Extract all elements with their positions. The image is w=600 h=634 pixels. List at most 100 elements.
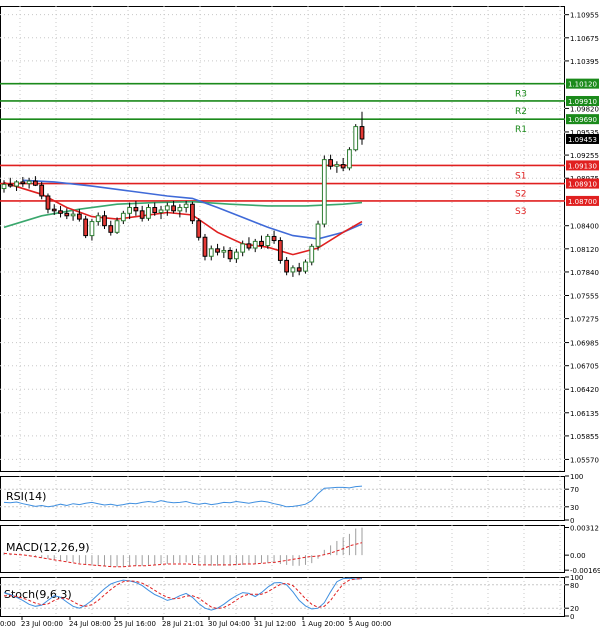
y-tick-label: 1.09255 xyxy=(570,152,599,160)
candle-bearish xyxy=(33,180,38,186)
x-tick-label: 0:00 xyxy=(0,620,16,628)
candle-bullish xyxy=(303,261,308,272)
candle-bearish xyxy=(7,183,13,187)
candle-bearish xyxy=(20,181,26,185)
candle-bullish xyxy=(315,223,321,247)
level-label-r1: R1 xyxy=(515,125,527,135)
candle-bearish xyxy=(76,213,82,220)
y-tick-label: 1.10675 xyxy=(570,35,599,43)
candle-bullish xyxy=(309,245,315,263)
level-label-r2: R2 xyxy=(515,107,527,117)
candle-bullish xyxy=(252,240,258,249)
candle-bearish xyxy=(152,207,158,213)
y-tick-label: 1.07840 xyxy=(570,269,599,277)
y-tick-label: 1.07275 xyxy=(570,316,599,324)
candle-bearish xyxy=(271,235,277,242)
level-label-s2: S2 xyxy=(515,190,526,200)
candle-bearish xyxy=(328,159,333,167)
stoch-tick-label: 80 xyxy=(570,582,579,590)
candle-bullish xyxy=(265,235,271,247)
y-tick-label: 1.06420 xyxy=(570,386,599,394)
candle-bearish xyxy=(215,248,220,253)
candle-bullish xyxy=(164,205,170,211)
candle-bearish xyxy=(296,267,302,272)
candle-bearish xyxy=(202,236,208,257)
candle-bearish xyxy=(277,240,283,261)
candle-bullish xyxy=(127,207,132,214)
level-price-label: 1.10120 xyxy=(568,81,597,89)
candle-bullish xyxy=(177,207,183,212)
candle-bearish xyxy=(227,249,233,260)
y-tick-label: 1.10395 xyxy=(570,58,599,66)
candle-bullish xyxy=(114,220,120,233)
candle-bearish xyxy=(190,203,195,222)
macd-tick-label: 0.00312 xyxy=(570,524,599,532)
rsi-tick-label: 30 xyxy=(570,504,579,512)
x-tick-label: 1 Aug 20:00 xyxy=(302,620,345,628)
candle-bearish xyxy=(139,210,145,219)
candle-bearish xyxy=(45,195,51,210)
level-price-label: 1.09130 xyxy=(568,162,597,170)
candle-bearish xyxy=(284,259,290,273)
x-tick-label: 28 Jul 21:01 xyxy=(162,620,204,628)
stoch-tick-label: 100 xyxy=(570,574,583,582)
y-tick-label: 1.07555 xyxy=(570,292,599,300)
candle-bullish xyxy=(70,213,76,217)
x-tick-label: 5 Aug 00:00 xyxy=(349,620,392,628)
candle-bullish xyxy=(146,207,151,219)
candle-bearish xyxy=(102,215,107,227)
candle-bearish xyxy=(64,212,70,217)
candle-bullish xyxy=(26,180,32,185)
candle-bearish xyxy=(359,126,365,140)
x-tick-label: 31 Jul 12:00 xyxy=(254,620,296,628)
macd-tick-label: 0.00 xyxy=(570,552,586,560)
level-price-label: 1.09910 xyxy=(568,98,597,106)
y-tick-label: 1.10955 xyxy=(570,12,599,20)
rsi-tick-label: 70 xyxy=(570,486,579,494)
candle-bullish xyxy=(334,164,340,167)
x-tick-label: 25 Jul 16:00 xyxy=(114,620,156,628)
current-price-label: 1.09453 xyxy=(568,136,597,144)
y-tick-label: 1.09820 xyxy=(570,105,599,113)
y-tick-label: 1.08400 xyxy=(570,223,599,231)
candle-bullish xyxy=(347,149,352,169)
x-tick-label: 23 Jul 00:00 xyxy=(21,620,63,628)
level-label-r3: R3 xyxy=(515,90,527,100)
candle-bearish xyxy=(39,184,45,197)
chart-canvas[interactable]: 1.109551.106751.103951.098201.095351.092… xyxy=(0,0,600,630)
level-price-label: 1.08910 xyxy=(568,181,597,189)
candle-bullish xyxy=(321,159,327,225)
candle-bearish xyxy=(340,164,346,169)
y-tick-label: 1.05570 xyxy=(570,456,599,464)
candle-bullish xyxy=(1,183,7,190)
candle-bearish xyxy=(108,225,114,233)
y-tick-label: 1.06135 xyxy=(570,410,599,418)
candle-bearish xyxy=(171,205,176,212)
candle-bearish xyxy=(196,220,202,238)
y-tick-label: 1.08120 xyxy=(570,246,599,254)
stoch-tick-label: 20 xyxy=(570,605,579,613)
chart-window: 1.10955 1.10675 1.10395 1.09820 1.09535 1.092… xyxy=(0,0,600,630)
y-tick-label: 1.06985 xyxy=(570,340,599,348)
candle-bullish xyxy=(221,249,227,253)
level-price-label: 1.09690 xyxy=(568,116,597,124)
candle-bullish xyxy=(234,251,239,260)
x-tick-label: 30 Jul 04:00 xyxy=(208,620,250,628)
candle-bullish xyxy=(183,203,189,209)
level-label-s1: S1 xyxy=(515,171,526,181)
candle-bullish xyxy=(120,212,126,222)
candle-bullish xyxy=(158,209,164,213)
candle-bullish xyxy=(208,248,214,257)
candle-bullish xyxy=(240,243,246,253)
y-tick-label: 1.05855 xyxy=(570,433,599,441)
candle-bullish xyxy=(290,267,296,273)
x-tick-label: 24 Jul 08:00 xyxy=(69,620,111,628)
candle-bearish xyxy=(246,243,252,249)
y-tick-label: 1.06705 xyxy=(570,363,599,371)
stoch-tick-label: 0 xyxy=(570,613,574,621)
chart-background xyxy=(0,0,600,630)
candle-bearish xyxy=(51,208,57,212)
candle-bearish xyxy=(259,240,264,247)
level-price-label: 1.08700 xyxy=(568,198,597,206)
level-label-s3: S3 xyxy=(515,207,526,217)
